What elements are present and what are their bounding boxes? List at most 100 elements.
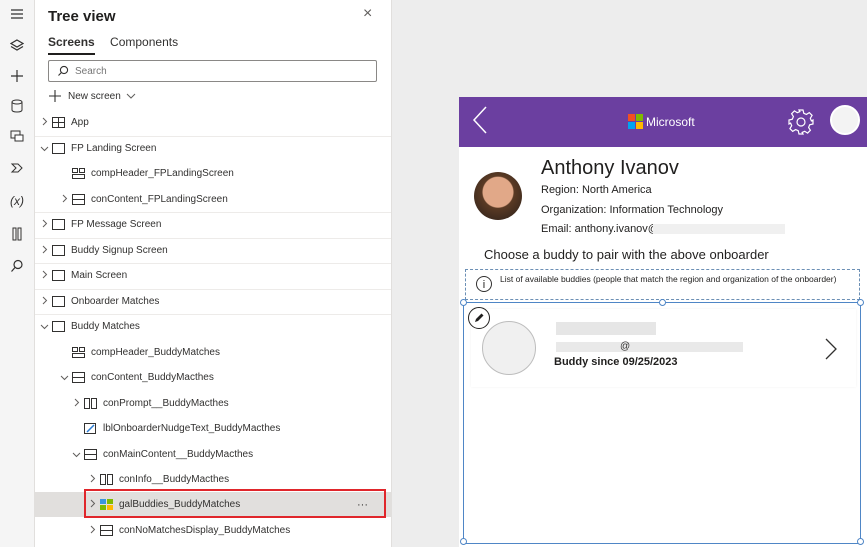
screen-icon [52, 321, 65, 332]
variables-icon[interactable]: (x) [0, 189, 34, 213]
tree-item[interactable]: FP Message Screen [35, 212, 391, 237]
hamburger-icon[interactable] [0, 2, 34, 26]
buddy-prompt: Choose a buddy to pair with the above on… [484, 247, 769, 262]
buddy-name-redaction [556, 322, 656, 335]
tree-divider [35, 289, 391, 290]
tree-item-label: conContent_BuddyMacthes [91, 372, 214, 383]
tree-divider [35, 314, 391, 315]
tree-item[interactable]: Onboarder Matches [35, 289, 391, 314]
data-flow-icon[interactable] [0, 156, 34, 180]
resize-handle[interactable] [460, 299, 467, 306]
tree-item[interactable]: conNoMatchesDisplay_BuddyMatches [35, 518, 391, 543]
search-box[interactable] [48, 60, 377, 82]
avatar[interactable] [830, 105, 860, 135]
chevron-down-icon[interactable] [59, 373, 69, 383]
app-preview: Microsoft Anthony Ivanov Region: North A… [459, 97, 867, 547]
edit-pencil-icon[interactable] [468, 307, 490, 329]
chevron-right-icon[interactable] [39, 245, 49, 256]
tree-item-label: conInfo__BuddyMacthes [119, 474, 230, 485]
tree-item-label: Main Screen [71, 270, 128, 281]
tools-icon[interactable] [0, 222, 34, 246]
tree-item[interactable]: Main Screen [35, 263, 391, 288]
horizontal-container-icon [100, 474, 113, 485]
email-redaction [653, 224, 785, 234]
chevron-right-icon[interactable] [39, 296, 49, 307]
layers-icon[interactable] [0, 34, 34, 58]
user-organization: Organization: Information Technology [541, 204, 724, 216]
horizontal-container-icon [84, 398, 97, 409]
close-icon[interactable]: × [363, 5, 372, 23]
resize-handle[interactable] [460, 538, 467, 545]
tree-item-label: App [71, 117, 89, 128]
app-icon [52, 117, 65, 128]
tree-item-label: compHeader_BuddyMatches [91, 347, 220, 358]
info-text: List of available buddies (people that m… [500, 274, 837, 284]
tree-item-label: conMainContent__BuddyMacthes [103, 449, 254, 460]
search-icon[interactable] [0, 254, 34, 278]
chevron-down-icon[interactable] [71, 450, 81, 460]
media-icon[interactable] [0, 124, 34, 148]
tree-item[interactable]: conPrompt__BuddyMacthes [35, 391, 391, 416]
chevron-right-icon[interactable] [824, 337, 838, 366]
chevron-down-icon[interactable] [39, 322, 49, 332]
chevron-down-icon[interactable] [39, 144, 49, 154]
tree-divider [35, 263, 391, 264]
vertical-container-icon [100, 525, 113, 536]
resize-handle[interactable] [659, 299, 666, 306]
gear-icon[interactable] [787, 108, 815, 141]
tree-item[interactable]: FP Landing Screen [35, 136, 391, 161]
tree-item[interactable]: Buddy Matches [35, 314, 391, 339]
tab-components[interactable]: Components [110, 35, 178, 53]
tree-item-label: FP Landing Screen [71, 143, 157, 154]
tree-item[interactable]: Buddy Signup Screen [35, 238, 391, 263]
tree-item[interactable]: conContent_BuddyMacthes [35, 365, 391, 390]
plus-icon[interactable] [0, 64, 34, 88]
tree-item[interactable]: compHeader_BuddyMatches [35, 340, 391, 365]
chevron-right-icon[interactable] [39, 117, 49, 128]
chevron-right-icon[interactable] [39, 270, 49, 281]
chevron-down-icon [126, 93, 136, 99]
tree-item[interactable]: conContent_FPLandingScreen [35, 187, 391, 212]
chevron-right-icon[interactable] [71, 398, 81, 409]
vertical-container-icon [72, 194, 85, 205]
user-region: Region: North America [541, 184, 652, 196]
chevron-right-icon[interactable] [87, 474, 97, 485]
tree-divider [35, 212, 391, 213]
vertical-container-icon [72, 372, 85, 383]
database-icon[interactable] [0, 94, 34, 118]
vertical-container-icon [84, 449, 97, 460]
buddy-email-at: @ [620, 341, 631, 352]
screen-icon [52, 219, 65, 230]
buddy-avatar [482, 321, 536, 375]
screen-icon [52, 143, 65, 154]
app-header: Microsoft [459, 97, 867, 147]
tree-item[interactable]: lblOnboarderNudgeText_BuddyMacthes [35, 416, 391, 441]
tab-screens[interactable]: Screens [48, 35, 95, 55]
tree-item-label: FP Message Screen [71, 219, 162, 230]
new-screen-button[interactable]: New screen [48, 89, 136, 103]
resize-handle[interactable] [857, 299, 864, 306]
user-photo [474, 172, 522, 220]
tree-item-label: conNoMatchesDisplay_BuddyMatches [119, 525, 291, 536]
tree-item-label: lblOnboarderNudgeText_BuddyMacthes [103, 423, 281, 434]
component-icon [72, 168, 85, 179]
search-input[interactable] [73, 64, 357, 78]
left-rail: (x) [0, 0, 35, 547]
tree-item-label: Buddy Matches [71, 321, 140, 332]
component-icon [72, 347, 85, 358]
buddy-since: Buddy since 09/25/2023 [554, 356, 678, 368]
tree-item-label: conContent_FPLandingScreen [91, 194, 228, 205]
buddy-email-redaction [556, 342, 743, 352]
tree-item[interactable]: compHeader_FPLandingScreen [35, 161, 391, 186]
chevron-right-icon[interactable] [59, 194, 69, 205]
info-banner: i List of available buddies (people that… [465, 269, 860, 300]
tree-item[interactable]: conMainContent__BuddyMacthes [35, 442, 391, 467]
tree-item[interactable]: App [35, 110, 391, 135]
back-arrow-icon[interactable] [471, 104, 489, 144]
screen-icon [52, 270, 65, 281]
user-name: Anthony Ivanov [541, 157, 679, 179]
chevron-right-icon[interactable] [39, 219, 49, 230]
resize-handle[interactable] [857, 538, 864, 545]
info-icon: i [476, 276, 492, 292]
chevron-right-icon[interactable] [87, 525, 97, 536]
